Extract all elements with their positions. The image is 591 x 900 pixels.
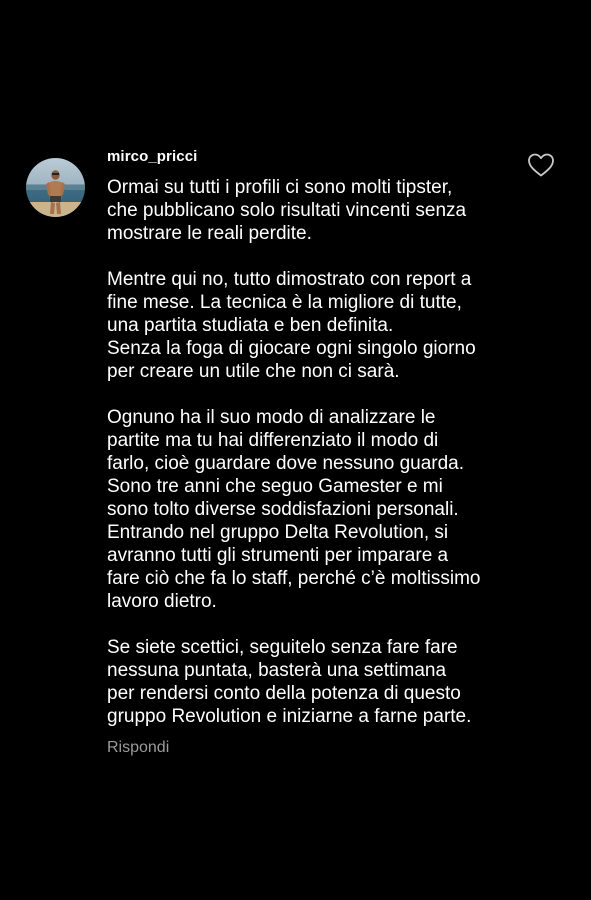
text-line: una partita studiata e ben definita.: [107, 315, 394, 336]
text-line: fine mese. La tecnica è la migliore di t…: [107, 292, 462, 313]
heart-icon[interactable]: [527, 152, 555, 178]
reply-button[interactable]: Rispondi: [107, 739, 169, 757]
avatar[interactable]: [26, 158, 85, 217]
text-line: sono tolto diverse soddisfazioni persona…: [107, 499, 459, 520]
text-line: Sono tre anni che seguo Gamester e mi: [107, 476, 443, 497]
text-line: partite ma tu hai differenziato il modo …: [107, 430, 439, 451]
profile-photo: [26, 158, 85, 217]
text-line: farlo, cioè guardare dove nessuno guarda…: [107, 453, 465, 474]
username[interactable]: mirco_pricci: [107, 148, 197, 165]
text-line: Senza la foga di giocare ogni singolo gi…: [107, 338, 476, 359]
text-line: Ormai su tutti i profili ci sono molti t…: [107, 177, 453, 198]
text-line: lavoro dietro.: [107, 591, 217, 612]
like-button: [528, 153, 554, 177]
text-line: mostrare le reali perdite.: [107, 223, 312, 244]
comment-paragraph: Mentre qui no, tutto dimostrato con repo…: [107, 268, 547, 383]
comment-paragraph: Ognuno ha il suo modo di analizzare le p…: [107, 406, 547, 613]
text-line: Se siete scettici, seguitelo senza fare …: [107, 637, 458, 658]
text-line: fare ciò che fa lo staff, perché c’è mol…: [107, 568, 481, 589]
text-line: Entrando nel gruppo Delta Revolution, si: [107, 522, 449, 543]
text-line: Ognuno ha il suo modo di analizzare le: [107, 407, 436, 428]
text-line: Mentre qui no, tutto dimostrato con repo…: [107, 269, 472, 290]
comment: mirco_pricci Ormai su tutti i profili ci…: [0, 0, 591, 900]
comment-text: Ormai su tutti i profili ci sono molti t…: [107, 176, 547, 728]
text-line: che pubblicano solo risultati vincenti s…: [107, 200, 467, 221]
text-line: nessuna puntata, basterà una settimana: [107, 660, 447, 681]
text-line: avranno tutti gli strumenti per imparare…: [107, 545, 449, 566]
comment-paragraph: Ormai su tutti i profili ci sono molti t…: [107, 176, 547, 245]
comment-paragraph: Se siete scettici, seguitelo senza fare …: [107, 636, 547, 728]
text-line: gruppo Revolution e iniziarne a farne pa…: [107, 706, 472, 727]
text-line: per rendersi conto della potenza di ques…: [107, 683, 461, 704]
text-line: per creare un utile che non ci sarà.: [107, 361, 400, 382]
